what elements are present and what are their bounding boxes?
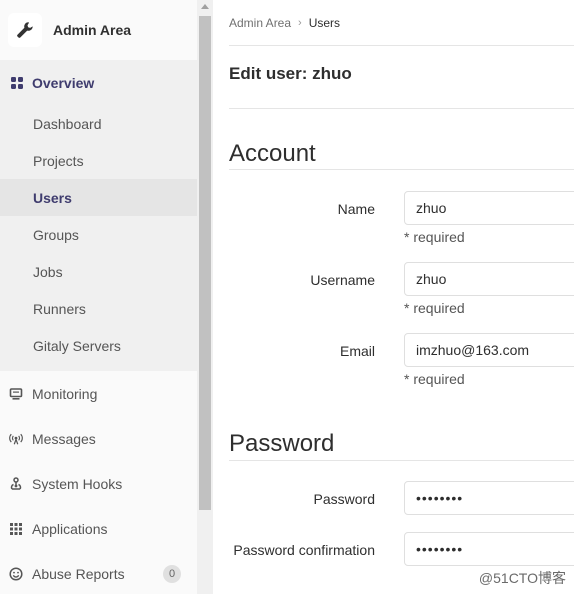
- account-section-title: Account: [229, 140, 316, 167]
- wrench-icon: [17, 22, 33, 38]
- sidebar: Admin Area Overview Dashboard Projects U…: [0, 0, 197, 594]
- hook-icon: [9, 476, 23, 491]
- divider: [229, 108, 574, 109]
- sidebar-item-label: Monitoring: [32, 385, 98, 402]
- sidebar-item-messages[interactable]: Messages: [0, 416, 197, 461]
- main-content: Admin Area › Users Edit user: zhuo Accou…: [213, 0, 574, 594]
- sidebar-item-label: Overview: [32, 74, 95, 91]
- divider: [229, 460, 574, 461]
- sidebar-item-monitoring[interactable]: Monitoring: [0, 371, 197, 416]
- name-required-hint: * required: [404, 229, 465, 245]
- sidebar-item-abuse-reports[interactable]: Abuse Reports 0: [0, 551, 197, 594]
- sidebar-item-label: Messages: [32, 430, 96, 447]
- sidebar-item-dashboard[interactable]: Dashboard: [0, 105, 197, 142]
- breadcrumb-users[interactable]: Users: [309, 16, 340, 30]
- sidebar-item-applications[interactable]: Applications: [0, 506, 197, 551]
- scrollbar-thumb[interactable]: [199, 16, 211, 510]
- name-input[interactable]: zhuo: [404, 191, 574, 225]
- grid-icon: [10, 76, 24, 90]
- sidebar-item-overview[interactable]: Overview: [0, 60, 197, 105]
- password-confirmation-input[interactable]: ••••••••: [404, 532, 574, 566]
- sidebar-item-runners[interactable]: Runners: [0, 290, 197, 327]
- sidebar-item-system-hooks[interactable]: System Hooks: [0, 461, 197, 506]
- sidebar-item-gitaly-servers[interactable]: Gitaly Servers: [0, 327, 197, 364]
- username-input[interactable]: zhuo: [404, 262, 574, 296]
- page-title: Edit user: zhuo: [229, 64, 352, 83]
- sidebar-item-label: Abuse Reports: [32, 565, 125, 582]
- breadcrumb-admin-area[interactable]: Admin Area: [229, 16, 291, 30]
- chevron-right-icon: ›: [298, 17, 302, 29]
- breadcrumb: Admin Area › Users: [229, 16, 340, 30]
- username-label: Username: [310, 272, 375, 288]
- divider: [229, 45, 574, 46]
- overview-section: Overview Dashboard Projects Users Groups…: [0, 60, 197, 371]
- apps-grid-icon: [9, 522, 23, 536]
- watermark: @51CTO博客: [478, 570, 566, 586]
- overview-subitems: Dashboard Projects Users Groups Jobs Run…: [0, 105, 197, 371]
- password-confirmation-label: Password confirmation: [233, 542, 375, 558]
- smiley-icon: [9, 566, 23, 581]
- divider: [229, 169, 574, 170]
- count-badge: 0: [163, 564, 181, 583]
- sidebar-item-jobs[interactable]: Jobs: [0, 253, 197, 290]
- monitor-icon: [9, 387, 23, 401]
- sidebar-scrollbar[interactable]: [197, 0, 213, 594]
- password-input[interactable]: ••••••••: [404, 481, 574, 515]
- scroll-up-icon[interactable]: [201, 4, 209, 9]
- email-required-hint: * required: [404, 371, 465, 387]
- sidebar-item-groups[interactable]: Groups: [0, 216, 197, 253]
- email-label: Email: [339, 343, 375, 359]
- broadcast-icon: [9, 432, 23, 446]
- email-input[interactable]: imzhuo@163.com: [404, 333, 574, 367]
- sidebar-header[interactable]: Admin Area: [0, 0, 197, 60]
- sidebar-title: Admin Area: [53, 22, 132, 38]
- sidebar-item-projects[interactable]: Projects: [0, 142, 197, 179]
- name-label: Name: [337, 201, 375, 217]
- password-section-title: Password: [229, 430, 335, 457]
- password-label: Password: [313, 491, 375, 507]
- admin-avatar: [8, 13, 42, 47]
- sidebar-item-label: Applications: [32, 520, 108, 537]
- sidebar-item-users[interactable]: Users: [0, 179, 197, 216]
- username-required-hint: * required: [404, 300, 465, 316]
- sidebar-item-label: System Hooks: [32, 475, 123, 492]
